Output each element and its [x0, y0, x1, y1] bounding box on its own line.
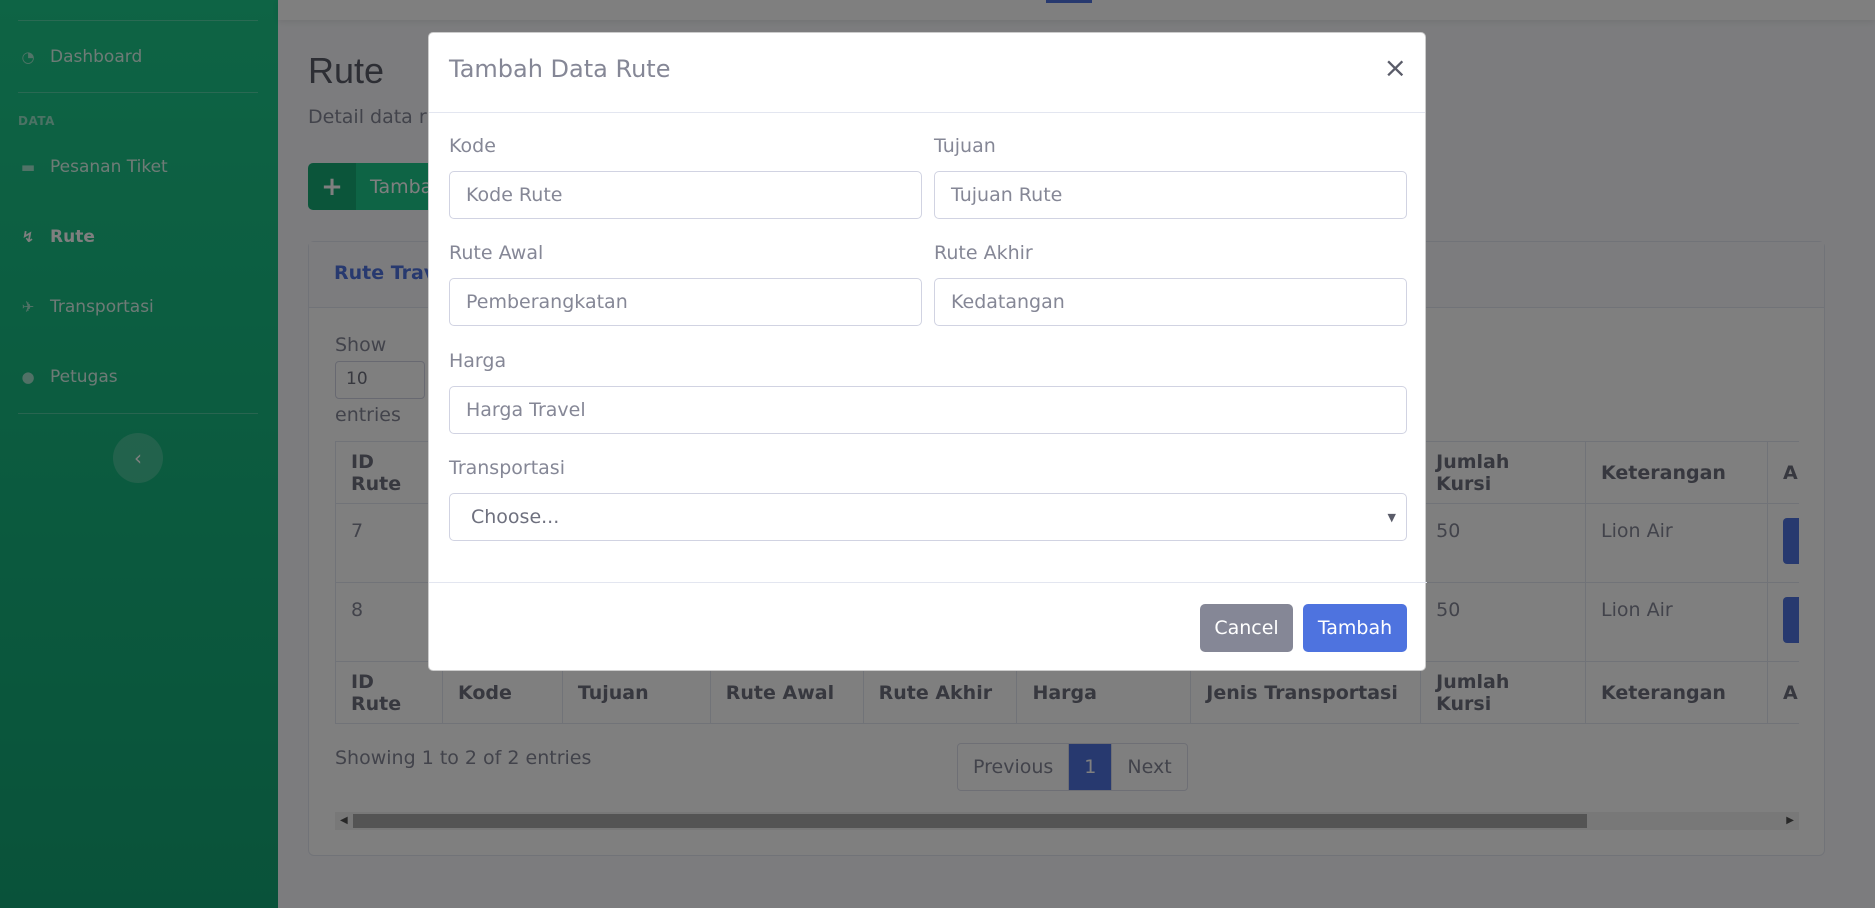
transportasi-selected: Choose... — [471, 506, 560, 528]
tujuan-label: Tujuan — [934, 135, 996, 157]
rute-awal-label: Rute Awal — [449, 242, 544, 264]
rute-awal-input[interactable]: Pemberangkatan — [449, 278, 922, 326]
modal-header: Tambah Data Rute × — [429, 33, 1425, 113]
kode-label: Kode — [449, 135, 496, 157]
harga-label: Harga — [449, 350, 507, 372]
close-icon[interactable]: × — [1384, 51, 1407, 84]
cancel-button[interactable]: Cancel — [1200, 604, 1293, 652]
kode-input[interactable]: Kode Rute — [449, 171, 922, 219]
transportasi-select[interactable]: Choose... ▼ — [449, 493, 1407, 541]
tambah-button[interactable]: Tambah — [1303, 604, 1407, 652]
rute-akhir-input[interactable]: Kedatangan — [934, 278, 1407, 326]
modal-footer-divider — [429, 582, 1427, 583]
tambah-rute-modal: Tambah Data Rute × Kode Kode Rute Tujuan… — [428, 32, 1427, 671]
harga-input[interactable]: Harga Travel — [449, 386, 1407, 434]
chevron-down-icon: ▼ — [1387, 511, 1396, 524]
rute-akhir-label: Rute Akhir — [934, 242, 1033, 264]
transportasi-label: Transportasi — [449, 457, 565, 479]
tujuan-input[interactable]: Tujuan Rute — [934, 171, 1407, 219]
modal-title: Tambah Data Rute — [449, 55, 671, 83]
